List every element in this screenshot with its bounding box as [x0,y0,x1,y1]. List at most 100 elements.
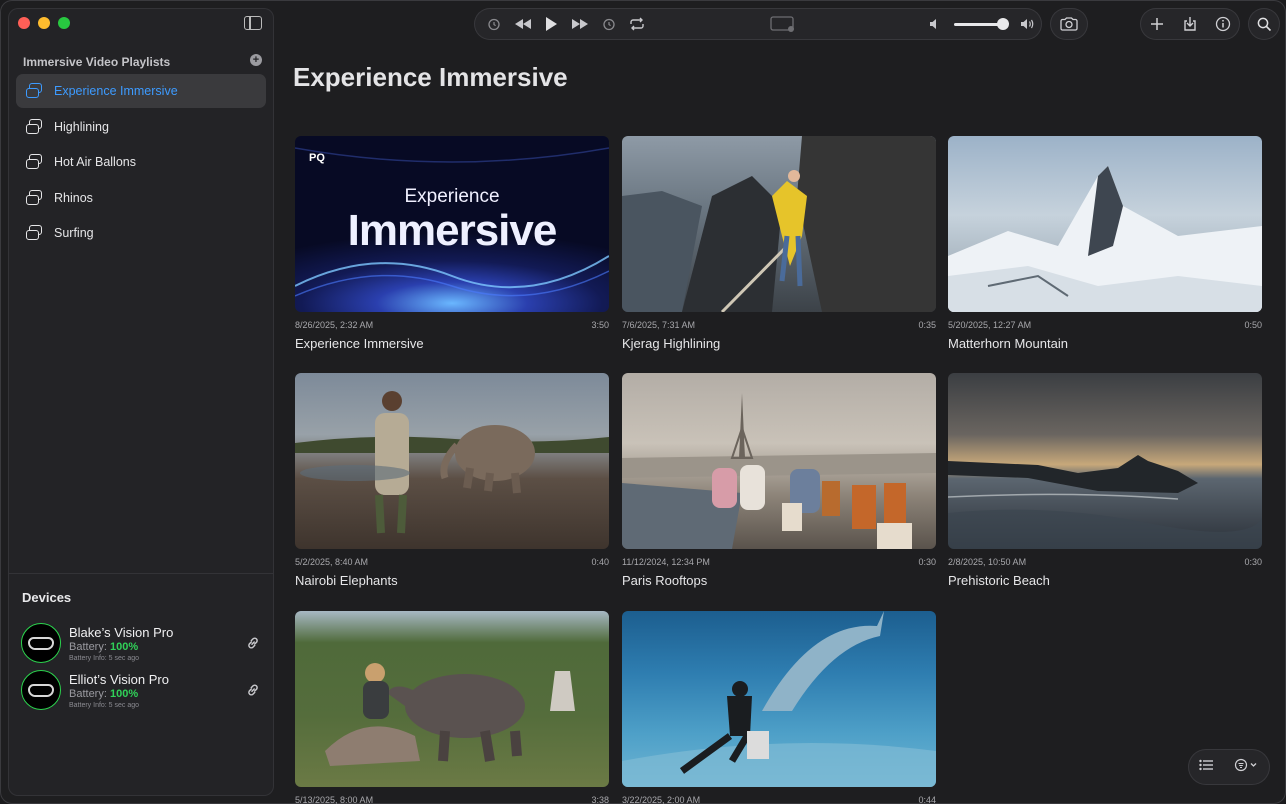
devices-header: Devices [22,590,72,605]
video-meta: 11/12/2024, 12:34 PM 0:30 [622,557,936,567]
link-icon[interactable] [245,682,261,698]
thumbnail-art [622,136,936,312]
filter-menu-button[interactable] [1234,758,1260,777]
fast-forward-icon[interactable] [566,9,595,39]
skip-forward-timer-icon[interactable] [594,9,623,39]
video-meta: 3/22/2025, 2:00 AM 0:44 [622,795,936,804]
video-thumbnail[interactable]: PQ Experience Immersive [295,136,609,312]
repeat-icon[interactable] [623,9,652,39]
camera-button[interactable] [1050,8,1088,40]
video-date: 7/6/2025, 7:31 AM [622,320,696,330]
playlist-list: Experience Immersive Highlining Hot Air … [16,74,266,252]
poster-text-main: Immersive [347,206,558,255]
vision-pro-icon [28,683,54,697]
add-icon[interactable] [1142,9,1172,39]
info-icon[interactable] [1208,9,1238,39]
close-window-button[interactable] [18,17,30,29]
search-button[interactable] [1248,8,1280,40]
video-thumbnail[interactable] [622,611,936,787]
video-thumbnail[interactable] [295,611,609,787]
playlist-icon [26,189,44,206]
volume-low-icon[interactable] [920,9,949,39]
video-thumbnail[interactable] [948,373,1262,549]
camera-icon [1060,17,1078,31]
video-duration: 0:35 [918,320,936,330]
volume-slider[interactable] [954,17,1010,30]
video-duration: 0:30 [1244,557,1262,567]
video-card[interactable]: 7/6/2025, 7:31 AM 0:35 Kjerag Highlining [622,136,936,351]
airplay-display-icon[interactable] [763,9,801,39]
video-card[interactable]: 11/12/2024, 12:34 PM 0:30 Paris Rooftops [622,373,936,588]
sidebar-item-surfing[interactable]: Surfing [16,216,266,250]
thumbnail-art [948,455,1262,549]
video-card[interactable]: 5/13/2025, 8:00 AM 3:38 [295,611,609,804]
video-date: 8/26/2025, 2:32 AM [295,320,374,330]
playback-controls [474,8,1042,40]
video-card[interactable]: PQ Experience Immersive 8/26/2025, 2:32 … [295,136,609,351]
thumbnail-art [622,611,936,787]
battery-value: 100% [109,688,139,700]
battery-info: Battery Info: 5 sec ago [69,702,140,709]
video-thumbnail[interactable] [622,373,936,549]
zoom-window-button[interactable] [58,17,70,29]
sidebar-item-hot-air-ballons[interactable]: Hot Air Ballons [16,145,266,179]
rewind-icon[interactable] [509,9,538,39]
import-icon[interactable] [1175,9,1205,39]
vision-pro-avatar [21,623,61,663]
video-thumbnail[interactable] [948,136,1262,312]
search-icon [1257,17,1271,31]
device-item[interactable]: Blake’s Vision Pro Battery: 100% Battery… [21,623,261,667]
video-card[interactable]: 5/20/2025, 12:27 AM 0:50 Matterhorn Mount… [948,136,1262,351]
list-view-button[interactable] [1198,758,1213,776]
video-duration: 0:30 [918,557,936,567]
video-thumbnail[interactable] [295,373,609,549]
video-date: 11/12/2024, 12:34 PM [622,557,710,567]
window-controls [18,17,70,29]
thumbnail-art [325,663,575,766]
add-playlist-icon[interactable]: + [250,54,262,66]
battery-info: Battery Info: 5 sec ago [69,655,140,662]
video-date: 5/20/2025, 12:27 AM [948,320,1032,330]
actions-group [1140,8,1240,40]
battery-value: 100% [109,641,139,653]
video-meta: 7/6/2025, 7:31 AM 0:35 [622,320,936,330]
sidebar-item-experience-immersive[interactable]: Experience Immersive [16,74,266,108]
video-card[interactable]: 3/22/2025, 2:00 AM 0:44 [622,611,936,804]
device-battery: Battery: 100% [69,641,138,653]
app-window: Immersive Video Playlists + Experience I… [0,0,1286,804]
play-icon[interactable] [537,9,566,39]
sidebar-item-label: Experience Immersive [54,84,178,98]
thumbnail-art [948,166,1262,312]
volume-high-icon[interactable] [1013,9,1042,39]
video-duration: 3:50 [591,320,609,330]
sidebar-item-label: Rhinos [54,190,93,205]
video-meta: 5/13/2025, 8:00 AM 3:38 [295,795,609,804]
playlist-icon [26,118,44,135]
video-duration: 0:40 [591,557,609,567]
vision-pro-icon [28,636,54,650]
volume-slider-knob[interactable] [997,17,1010,30]
video-thumbnail[interactable] [622,136,936,312]
video-date: 5/2/2025, 8:40 AM [295,557,369,567]
sidebar-item-label: Surfing [54,226,94,241]
video-card[interactable]: 2/8/2025, 10:50 AM 0:30 Prehistoric Beach [948,373,1262,588]
skip-back-timer-icon[interactable] [480,9,509,39]
sidebar-item-highlining[interactable]: Highlining [16,110,266,144]
video-duration: 0:44 [918,795,936,804]
minimize-window-button[interactable] [38,17,50,29]
sidebar-toggle-icon[interactable] [244,16,262,30]
sidebar-item-rhinos[interactable]: Rhinos [16,181,266,215]
video-card[interactable]: 5/2/2025, 8:40 AM 0:40 Nairobi Elephants [295,373,609,588]
video-title: Nairobi Elephants [295,573,398,588]
video-title: Paris Rooftops [622,573,708,588]
video-title: Kjerag Highlining [622,336,721,351]
sidebar-item-label: Highlining [54,119,109,134]
device-item[interactable]: Elliot’s Vision Pro Battery: 100% Batter… [21,670,261,714]
link-icon[interactable] [245,635,261,651]
playlists-header: Immersive Video Playlists + [23,54,262,69]
video-duration: 0:50 [1244,320,1262,330]
toolbar [274,0,1286,48]
device-name: Elliot’s Vision Pro [69,672,169,687]
filter-chevron-icon [1234,758,1256,771]
video-title: Matterhorn Mountain [948,336,1068,351]
